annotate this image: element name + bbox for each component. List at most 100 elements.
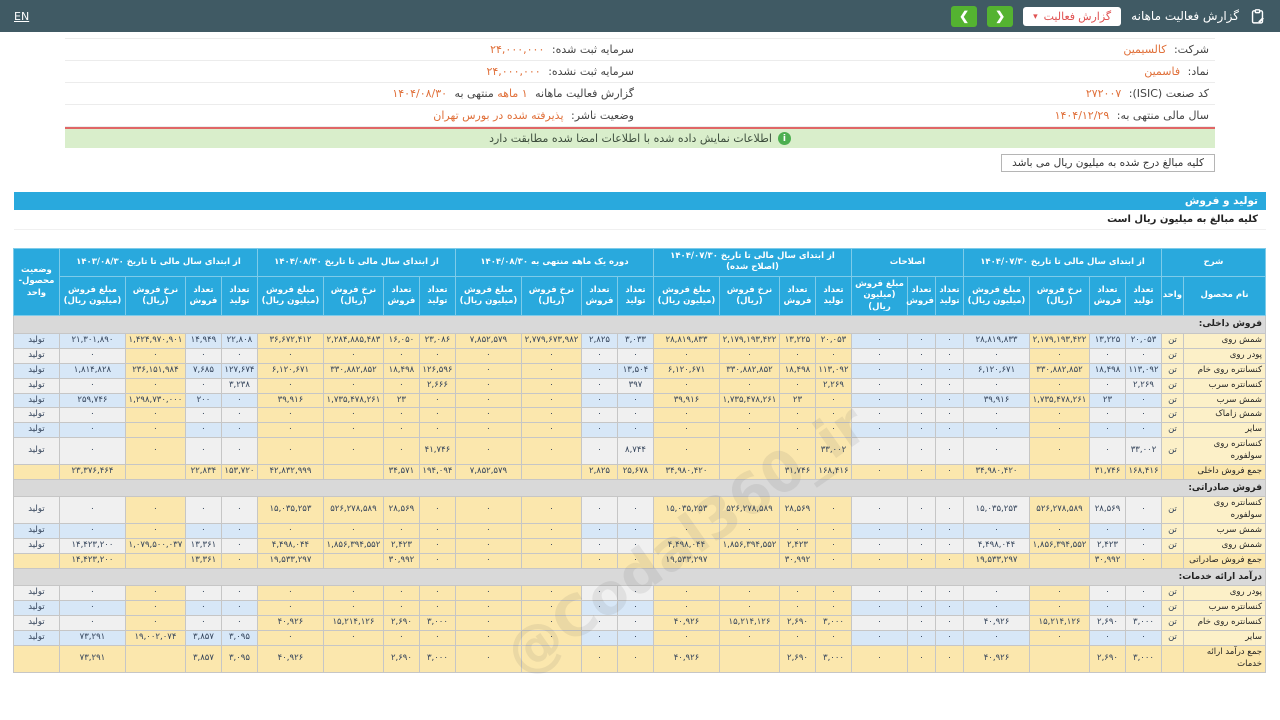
cell-value: ۲۵,۶۷۸ [616,463,654,480]
table-row: پودر روی تن ۰ ۰ ۰ ۰ ۰ ۰ ۰ ۰ ۰ ۰ ۰ ۰ ۰ ۰ ۰ ۰ ۰ ۰ ۰ ۰ ۰ ۰ ۰ تولید [12,585,1266,602]
cell-value: ۵۲۶,۲۷۸,۵۸۹ [1029,496,1090,525]
cell-value: ۰ [718,523,780,540]
cell-value: ۳۱,۷۴۶ [1089,463,1126,480]
cell-value: ۰ [520,600,582,617]
production-sales-table-container: @Codal360_ir شرحاز ابتدای سال مالی تا تا… [12,247,1267,689]
cell-value: ۰ [907,523,936,540]
cell-unit: تن [1161,377,1184,394]
cell-value: ۰ [124,600,186,617]
previous-report-button[interactable]: ❯ [951,5,978,27]
cell-value: ۰ [907,585,936,602]
column-subheader: نرخ فروش (ریال) [124,275,186,317]
cell-unit: تن [1161,362,1184,379]
cell-product-name: کنسانتره روی خام [1183,615,1266,632]
cell-status: تولید [12,362,60,379]
cell-value: ۰ [652,407,720,424]
cell-product-name: جمع فروش داخلی [1183,463,1266,480]
cell-value: ۰ [718,377,780,394]
cell-value: ۰ [935,377,964,394]
cell-value: ۰ [454,377,522,394]
cell-value: ۰ [220,437,258,465]
cell-value: ۰ [1089,407,1126,424]
column-subheader: مبلغ فروش (میلیون ریال) [963,275,1030,317]
cell-value: ۱۹,۵۳۳,۲۹۷ [652,553,720,569]
cell-value: ۰ [778,422,816,439]
cell-product-name: شمش روی [1183,538,1266,554]
cell-status: تولید [12,523,60,540]
next-report-button[interactable]: ❮ [987,5,1014,27]
column-subheader: تعداد فروش [778,275,816,317]
cell-value: ۰ [520,347,582,364]
cell-value: ۰ [220,553,258,569]
cell-value: ۰ [382,422,420,439]
column-subheader: نرخ فروش (ریال) [718,275,780,317]
cell-value: ۰ [1029,437,1090,465]
cell-value: ۲,۲۸۴,۸۸۵,۴۸۳ [322,332,384,349]
table-row: کنسانتره سرب تن ۲,۲۶۹ ۰ ۰ ۰ ۰ ۰ ۰ ۲,۲۶۹ ۰ ۰ ۰ ۳۹۷ ۰ ۰ ۰ ۲… [12,377,1266,394]
cell-value: ۰ [322,600,384,617]
cell-value: ۰ [850,332,909,349]
cell-value: ۰ [963,523,1030,540]
table-row: شمش روی تن ۰ ۲,۴۲۳ ۱,۸۵۶,۳۹۴,۵۵۲ ۴,۴۹۸,۰۴۴ ۰ ۰ ۰… [12,538,1266,554]
cell-value: ۰ [963,422,1030,439]
column-subheader: نرخ فروش (ریال) [520,275,582,317]
cell-value: ۰ [850,377,909,394]
cell-value: ۰ [124,615,186,632]
cell-value: ۱,۸۵۶,۳۹۴,۵۵۲ [1029,538,1090,554]
table-row: کنسانتره روی سولفوره تن ۳۳,۰۰۲ ۰ ۰ ۰ ۰ ۰ ۰ ۳۳,۰۰۲… [12,437,1266,465]
cell-value: ۰ [778,523,816,540]
cell-value: ۰ [907,407,936,424]
cell-value: ۰ [907,392,936,409]
cell-value: ۰ [1089,437,1126,465]
cell-value: ۳۳۰,۸۸۲,۸۵۲ [718,362,780,379]
cell-value: ۲۵۹,۷۴۶ [58,392,126,409]
cell-value [124,553,186,569]
cell-value: ۰ [778,630,816,647]
report-type-dropdown[interactable]: گزارش فعالیت ▾ [1023,6,1122,26]
cell-value: ۰ [814,392,852,409]
cell-value: ۲,۲۶۹ [1125,377,1162,394]
cell-product-name: شمش روی [1183,332,1266,349]
cell-value: ۰ [322,585,384,602]
cell-product-name: کنسانتره سرب [1183,377,1266,394]
cell-value: ۰ [907,377,936,394]
cell-value: ۶,۱۲۰,۶۷۱ [652,362,720,379]
cell-status: تولید [12,422,60,439]
cell-value: ۰ [184,585,222,602]
table-row: شمش سرب تن ۰ ۰ ۰ ۰ ۰ ۰ ۰ ۰ ۰ ۰ ۰ ۰ ۰ ۰ ۰ ۰ ۰ ۰ ۰ ۰ ۰ ۰ ۰ تولید [12,523,1266,540]
cell-value: ۰ [1125,496,1162,525]
cell-value: ۰ [935,630,964,647]
cell-value: ۰ [718,422,780,439]
cell-value: ۰ [1125,347,1162,364]
table-row: کنسانتره روی خام تن ۳,۰۰۰ ۲,۶۹۰ ۱۵,۲۱۴,۱۲۶ ۴۰… [12,615,1266,632]
table-row: شمش زاماک تن ۰ ۰ ۰ ۰ ۰ ۰ ۰ ۰ ۰ ۰ ۰ ۰ ۰ ۰ ۰ ۰ ۰ ۰ ۰ ۰ ۰ ۰ ۰ تولید [12,407,1266,424]
cell-value [718,645,780,673]
total-row: جمع فروش داخلی ۱۶۸,۴۱۶ ۳۱,۷۴۶ ۳۴,۹۸۰,۴۲۰ ۰ ۰ ۰… [12,463,1266,480]
cell-value: ۰ [652,585,720,602]
cell-value: ۲,۶۹۰ [1089,645,1126,673]
isic-field: کد صنعت (ISIC): ۲۷۲۰۰۷ [1085,87,1209,100]
cell-value: ۰ [256,347,324,364]
cell-value: ۰ [907,437,936,465]
cell-value: ۰ [124,496,186,525]
cell-value: ۰ [124,377,186,394]
cell-value: ۳۳,۰۰۲ [814,437,852,465]
cell-value: ۳,۰۰۰ [418,615,456,632]
cell-value: ۰ [124,437,186,465]
cell-value: ۰ [814,585,852,602]
language-toggle-en[interactable]: EN [14,10,29,23]
cell-value: ۰ [616,553,654,569]
cell-status [12,645,60,673]
cell-value: ۰ [718,437,780,465]
column-subheader: مبلغ فروش (میلیون ریال) [652,275,720,317]
cell-value: ۱۱۳,۰۹۲ [814,362,852,379]
cell-value: ۰ [454,407,522,424]
cell-value: ۰ [256,377,324,394]
cell-value: ۰ [220,600,258,617]
cell-value: ۰ [935,523,964,540]
fiscal-year-value: ۱۴۰۴/۱۲/۲۹ [1054,109,1110,122]
cell-value: ۰ [454,437,522,465]
cell-unit [1161,645,1184,673]
cell-value [124,463,186,480]
registered-capital-field: سرمایه ثبت شده: ۲۴,۰۰۰,۰۰۰ [490,43,634,56]
